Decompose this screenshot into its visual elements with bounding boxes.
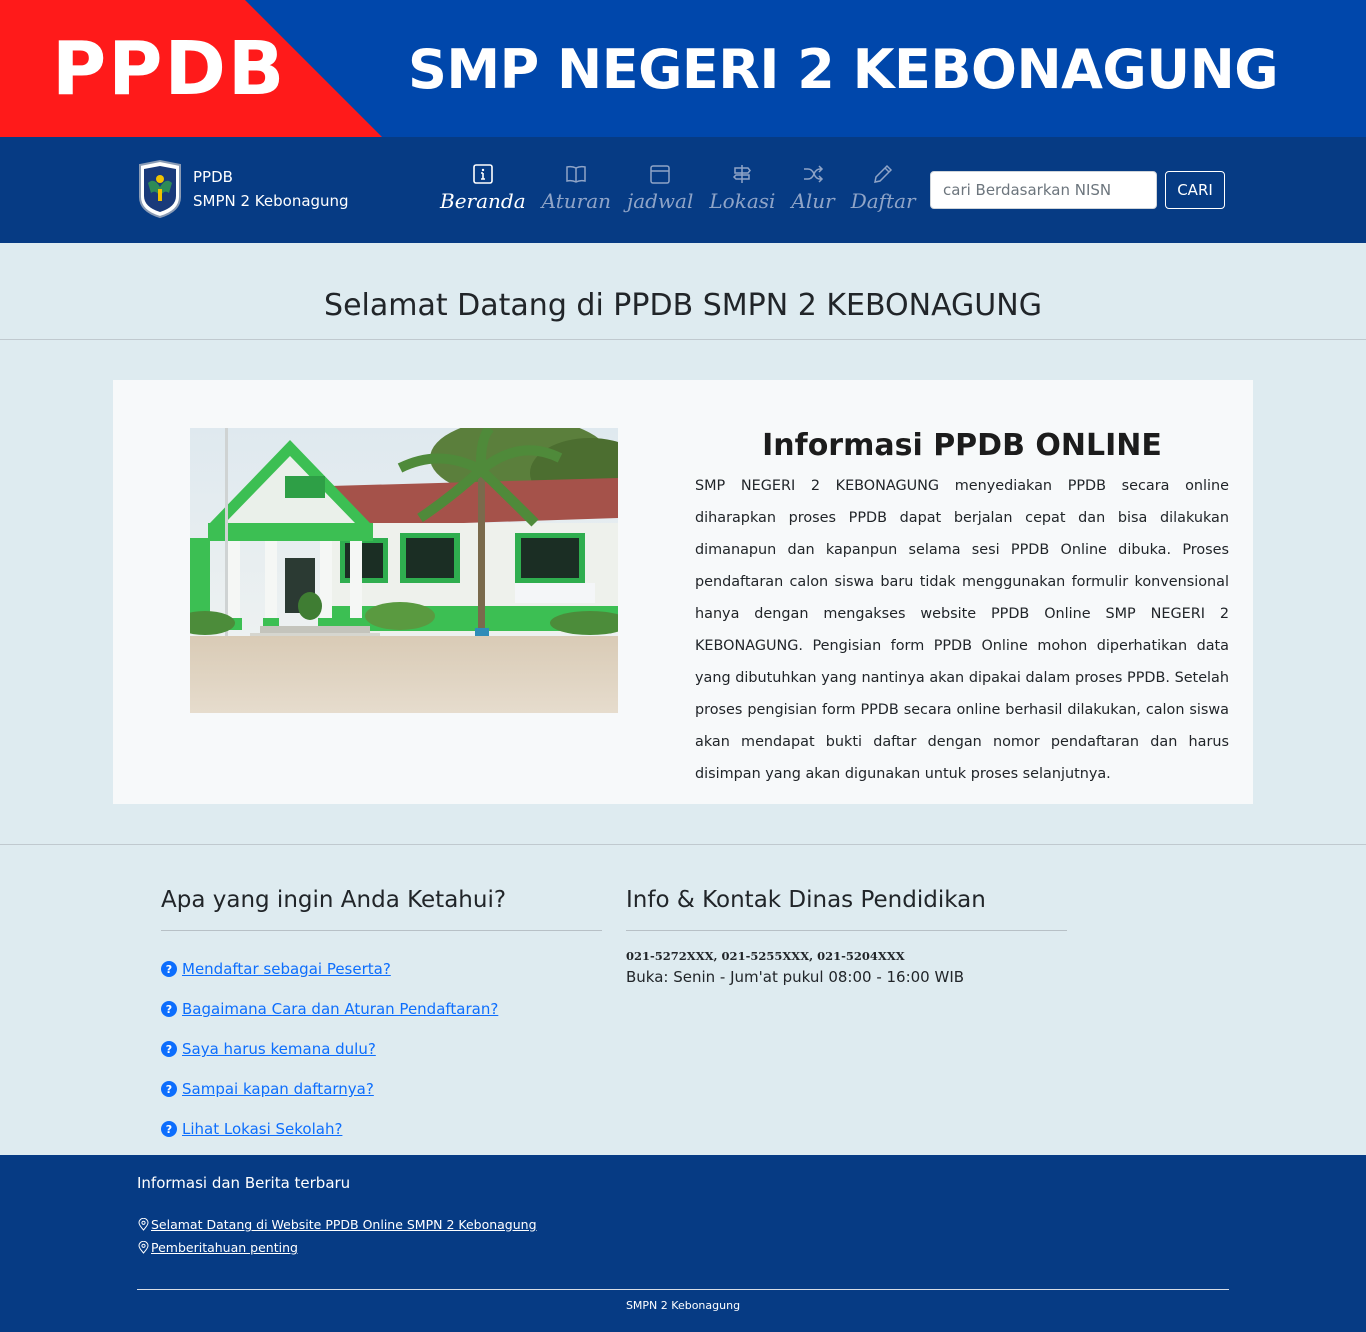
map-pin-icon <box>138 1241 149 1254</box>
signpost-icon <box>733 165 752 183</box>
question-icon: ? <box>161 1081 177 1097</box>
contact-section: Info & Kontak Dinas Pendidikan 021-5272X… <box>626 880 1067 990</box>
navbar-brand[interactable]: PPDB SMPN 2 Kebonagung <box>136 159 349 219</box>
faq-link-label: Sampai kapan daftarnya? <box>182 1080 374 1098</box>
book-icon <box>566 165 587 183</box>
map-pin-icon <box>138 1218 149 1231</box>
nav-aturan-label: Aturan <box>541 189 611 213</box>
faq-link-lokasi[interactable]: ? Lihat Lokasi Sekolah? <box>161 1109 602 1149</box>
news-link-label: Pemberitahuan penting <box>151 1240 298 1255</box>
search-button[interactable]: CARI <box>1165 171 1225 209</box>
nav-daftar[interactable]: Daftar <box>843 163 924 215</box>
faq-link-label: Lihat Lokasi Sekolah? <box>182 1120 343 1138</box>
news-link-label: Selamat Datang di Website PPDB Online SM… <box>151 1217 537 1232</box>
question-icon: ? <box>161 1041 177 1057</box>
faq-link-kemana[interactable]: ? Saya harus kemana dulu? <box>161 1029 602 1069</box>
school-building-image <box>190 428 618 713</box>
footer-divider <box>137 1289 1229 1290</box>
top-banner: PPDB SMP NEGERI 2 KEBONAGUNG <box>0 0 1366 137</box>
banner-school-name: SMP NEGERI 2 KEBONAGUNG <box>408 38 1279 101</box>
nav-daftar-label: Daftar <box>850 189 916 213</box>
footer: Informasi dan Berita terbaru Selamat Dat… <box>0 1155 1366 1332</box>
info-icon <box>473 164 493 184</box>
question-icon: ? <box>161 1121 177 1137</box>
brand-line-1: PPDB <box>193 168 233 186</box>
nav-lokasi[interactable]: Lokasi <box>701 163 783 215</box>
navbar: PPDB SMPN 2 Kebonagung Beranda Aturan ja… <box>0 137 1366 243</box>
nav-jadwal-label: jadwal <box>627 189 694 213</box>
school-photo <box>190 428 618 713</box>
faq-title: Apa yang ingin Anda Ketahui? <box>161 880 602 931</box>
school-logo-icon <box>139 159 181 219</box>
footer-title: Informasi dan Berita terbaru <box>137 1174 351 1192</box>
main-nav: Beranda Aturan jadwal Lokasi Alur Daftar <box>432 163 924 215</box>
nav-aturan[interactable]: Aturan <box>534 163 619 215</box>
nav-beranda-label: Beranda <box>440 189 526 213</box>
faq-link-label: Saya harus kemana dulu? <box>182 1040 376 1058</box>
shuffle-icon <box>804 165 824 183</box>
nav-alur[interactable]: Alur <box>783 163 842 215</box>
brand-line-2: SMPN 2 Kebonagung <box>193 192 349 210</box>
faq-list: ? Mendaftar sebagai Peserta? ? Bagaimana… <box>161 949 602 1149</box>
contact-hours: Buka: Senin - Jum'at pukul 08:00 - 16:00… <box>626 968 965 986</box>
info-title: Informasi PPDB ONLINE <box>762 428 1162 463</box>
nav-lokasi-label: Lokasi <box>709 189 776 213</box>
faq-link-label: Mendaftar sebagai Peserta? <box>182 960 391 978</box>
faq-link-sampai-kapan[interactable]: ? Sampai kapan daftarnya? <box>161 1069 602 1109</box>
welcome-section: Selamat Datang di PPDB SMPN 2 KEBONAGUNG <box>0 243 1366 340</box>
faq-link-label: Bagaimana Cara dan Aturan Pendaftaran? <box>182 1000 499 1018</box>
banner-ppdb-text: PPDB <box>52 26 287 112</box>
news-link-welcome[interactable]: Selamat Datang di Website PPDB Online SM… <box>137 1213 537 1236</box>
calendar-icon <box>650 165 670 184</box>
faq-section: Apa yang ingin Anda Ketahui? ? Mendaftar… <box>161 880 602 1149</box>
page-title: Selamat Datang di PPDB SMPN 2 KEBONAGUNG <box>324 288 1042 323</box>
section-divider <box>0 844 1366 845</box>
faq-link-cara[interactable]: ? Bagaimana Cara dan Aturan Pendaftaran? <box>161 989 602 1029</box>
info-body: SMP NEGERI 2 KEBONAGUNG menyediakan PPDB… <box>695 478 1229 782</box>
nav-jadwal[interactable]: jadwal <box>619 163 701 215</box>
info-card: Informasi PPDB ONLINE SMP NEGERI 2 KEBON… <box>113 380 1253 804</box>
faq-link-mendaftar[interactable]: ? Mendaftar sebagai Peserta? <box>161 949 602 989</box>
contact-phones: 021-5272XXX, 021-5255XXX, 021-5204XXX <box>626 949 905 963</box>
news-link-pemberitahuan[interactable]: Pemberitahuan penting <box>137 1236 537 1259</box>
question-icon: ? <box>161 1001 177 1017</box>
nav-beranda[interactable]: Beranda <box>432 163 534 215</box>
contact-title: Info & Kontak Dinas Pendidikan <box>626 880 1067 931</box>
nisn-search-input[interactable] <box>930 171 1157 209</box>
footer-copyright: SMPN 2 Kebonagung <box>625 1299 741 1312</box>
nav-alur-label: Alur <box>791 189 835 213</box>
pencil-icon <box>874 164 893 183</box>
question-icon: ? <box>161 961 177 977</box>
news-list: Selamat Datang di Website PPDB Online SM… <box>137 1213 537 1259</box>
